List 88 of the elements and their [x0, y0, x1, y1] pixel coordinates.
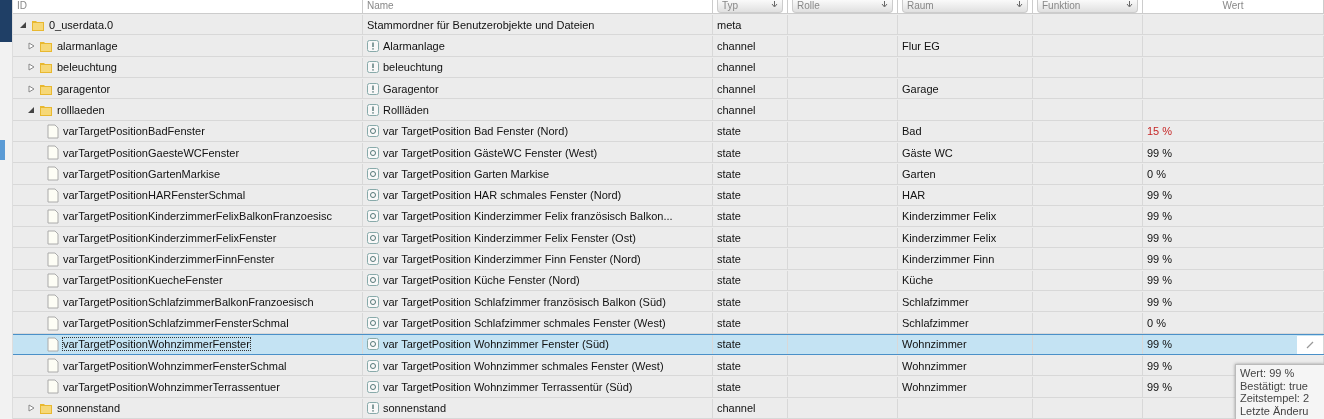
object-id: 0_userdata.0 — [49, 18, 114, 31]
object-name: var TargetPosition Bad Fenster (Nord) — [383, 125, 569, 138]
object-name: var TargetPosition Küche Fenster (Nord) — [383, 274, 580, 287]
type-cell: state — [717, 146, 741, 159]
room-cell: Schlafzimmer — [902, 317, 969, 330]
room-cell: Garage — [902, 82, 939, 95]
room-cell: Kinderzimmer Felix — [902, 231, 997, 244]
room-cell: Küche — [902, 274, 934, 287]
type-cell: state — [717, 317, 741, 330]
object-name: Stammordner für Benutzerobjekte und Dateien — [367, 18, 595, 31]
type-cell: state — [717, 125, 741, 138]
object-name: sonnenstand — [383, 402, 446, 415]
value-cell: 0 % — [1147, 167, 1166, 180]
object-name: Garagentor — [383, 82, 439, 95]
type-cell: meta — [717, 18, 742, 31]
type-cell: channel — [717, 82, 756, 95]
object-name: var TargetPosition HAR schmales Fenster (Nord) — [383, 189, 622, 202]
room-cell: Flur EG — [902, 39, 940, 52]
room-cell: Garten — [902, 167, 936, 180]
type-cell: channel — [717, 61, 756, 74]
room-cell: Kinderzimmer Felix — [902, 210, 997, 223]
value-cell: 99 % — [1147, 380, 1173, 393]
value-cell: 99 % — [1147, 359, 1173, 372]
room-cell: Wohnzimmer — [902, 359, 967, 372]
column-header: Wert — [1222, 0, 1244, 11]
object-id: varTargetPositionWohnzimmerFenster — [63, 338, 250, 351]
object-id: beleuchtung — [57, 61, 117, 74]
object-name: beleuchtung — [383, 61, 443, 74]
object-id: varTargetPositionKinderzimmerFinnFenster — [63, 253, 275, 266]
object-id: garagentor — [57, 82, 111, 95]
object-id: sonnenstand — [57, 402, 120, 415]
object-name: var TargetPosition Wohnzimmer Fenster (Süd) — [383, 338, 609, 351]
object-id: varTargetPositionWohnzimmerFensterSchmal — [63, 359, 287, 372]
value-cell: 99 % — [1147, 210, 1173, 223]
type-cell: state — [717, 380, 741, 393]
type-cell: channel — [717, 103, 756, 116]
type-cell: state — [717, 274, 741, 287]
object-name: var TargetPosition Schlafzimmer französisch Balkon (Süd) — [383, 295, 666, 308]
value-cell: 99 % — [1147, 231, 1173, 244]
room-cell: HAR — [902, 189, 926, 202]
object-name: var TargetPosition Kinderzimmer Finn Fenster (Nord) — [383, 253, 641, 266]
object-id: varTargetPositionGartenMarkise — [63, 167, 221, 180]
object-name: var TargetPosition Kinderzimmer Felix französisch Balkon... — [383, 210, 673, 223]
value-cell: 99 % — [1147, 189, 1173, 202]
object-name: Alarmanlage — [383, 39, 445, 52]
object-id: varTargetPositionSchlafzimmerFensterSchmal — [63, 317, 289, 330]
room-cell: Gäste WC — [902, 146, 953, 159]
type-cell: state — [717, 253, 741, 266]
object-id: varTargetPositionKuecheFenster — [63, 274, 223, 287]
object-name: var TargetPosition Wohnzimmer schmales Fenster (West) — [383, 359, 664, 372]
object-name: var TargetPosition Schlafzimmer schmales Fenster (West) — [383, 317, 666, 330]
type-cell: state — [717, 359, 741, 372]
room-cell: Kinderzimmer Finn — [902, 253, 995, 266]
room-cell: Wohnzimmer — [902, 338, 967, 351]
value-cell: 99 % — [1147, 253, 1173, 266]
room-cell: Bad — [902, 125, 922, 138]
tooltip-line: Bestätigt: true — [1240, 379, 1309, 392]
object-name: var TargetPosition Garten Markise — [383, 167, 550, 180]
type-cell: state — [717, 210, 741, 223]
object-name: Rollläden — [383, 103, 429, 116]
type-cell: state — [717, 295, 741, 308]
room-cell: Wohnzimmer — [902, 380, 967, 393]
room-cell: Schlafzimmer — [902, 295, 969, 308]
object-id: varTargetPositionHARFensterSchmal — [63, 189, 246, 202]
object-name: var TargetPosition GästeWC Fenster (West) — [383, 146, 598, 159]
value-cell: 99 % — [1147, 274, 1173, 287]
tooltip-line: Letzte Änderu — [1240, 404, 1310, 417]
object-id: varTargetPositionWohnzimmerTerrassentuer — [63, 380, 280, 393]
type-cell: state — [717, 167, 741, 180]
type-cell: state — [717, 338, 741, 351]
value-cell: 99 % — [1147, 338, 1173, 351]
type-cell: channel — [717, 402, 756, 415]
object-id: rolllaeden — [57, 103, 105, 116]
object-id: varTargetPositionKinderzimmerFelixFenster — [63, 231, 277, 244]
value-cell: 0 % — [1147, 317, 1166, 330]
value-cell: 99 % — [1147, 146, 1173, 159]
type-cell: state — [717, 189, 741, 202]
value-cell: 99 % — [1147, 295, 1173, 308]
value-cell: 15 % — [1147, 125, 1173, 138]
object-name: var TargetPosition Wohnzimmer Terrassentür (Süd) — [383, 380, 633, 393]
object-id: varTargetPositionBadFenster — [63, 125, 205, 138]
type-cell: channel — [717, 39, 756, 52]
type-cell: state — [717, 231, 741, 244]
object-name: var TargetPosition Kinderzimmer Felix Fenster (Ost) — [383, 231, 636, 244]
object-id: varTargetPositionKinderzimmerFelixBalkonFranzoesisc — [63, 210, 332, 223]
object-id: varTargetPositionGaesteWCFenster — [63, 146, 240, 159]
object-id: alarmanlage — [57, 39, 118, 52]
object-id: varTargetPositionSchlafzimmerBalkonFranzoesisch — [63, 295, 314, 308]
